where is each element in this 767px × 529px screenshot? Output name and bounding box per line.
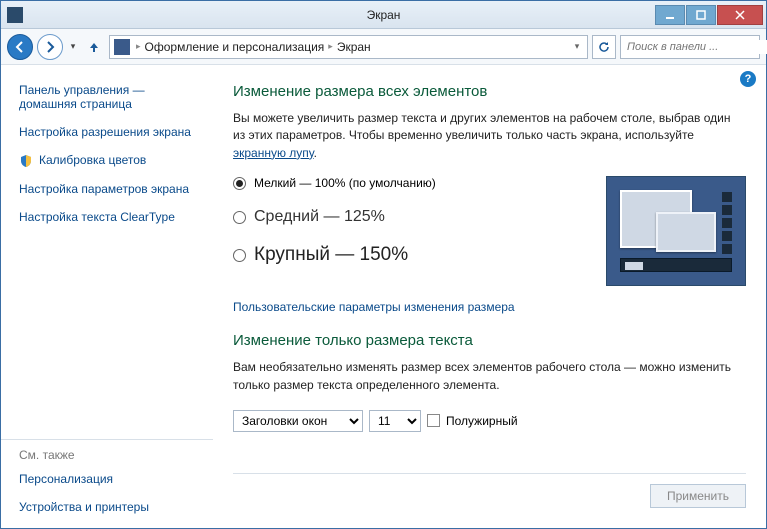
- sidebar-item-label: Персонализация: [19, 472, 113, 486]
- description-text: Вы можете увеличить размер текста и друг…: [233, 110, 746, 162]
- up-button[interactable]: [83, 36, 105, 58]
- breadcrumb[interactable]: ▸ Оформление и персонализация ▸ Экран ▾: [109, 35, 588, 59]
- sidebar-item-display-settings[interactable]: Настройка параметров экрана: [19, 182, 205, 196]
- size-options: Мелкий — 100% (по умолчанию) Средний — 1…: [233, 176, 746, 284]
- sidebar-item-label: Устройства и принтеры: [19, 500, 149, 514]
- sidebar-item-personalization[interactable]: Персонализация: [19, 472, 205, 486]
- monitor-icon: [114, 39, 130, 55]
- history-dropdown[interactable]: ▾: [67, 41, 79, 52]
- app-icon: [7, 7, 23, 23]
- sidebar-item-label: Настройка параметров экрана: [19, 182, 189, 196]
- forward-button[interactable]: [37, 34, 63, 60]
- close-button[interactable]: [717, 5, 763, 25]
- titlebar: Экран: [1, 1, 766, 29]
- sidebar-item-cleartype[interactable]: Настройка текста ClearType: [19, 210, 205, 224]
- radio-icon: [233, 177, 246, 190]
- font-size-select[interactable]: 11: [369, 410, 421, 432]
- apply-button[interactable]: Применить: [650, 484, 746, 508]
- sidebar-item-label: Калибровка цветов: [39, 153, 146, 167]
- sidebar: Панель управления — домашняя страница На…: [1, 65, 213, 528]
- window-controls: [654, 5, 763, 25]
- text-size-description: Вам необязательно изменять размер всех э…: [233, 359, 746, 394]
- minimize-button[interactable]: [655, 5, 685, 25]
- radio-label: Средний — 125%: [254, 208, 385, 226]
- divider: [1, 439, 213, 440]
- section-heading: Изменение только размера текста: [233, 332, 746, 349]
- minimize-icon: [665, 10, 675, 20]
- sidebar-item-label: Настройка разрешения экрана: [19, 125, 191, 139]
- element-select[interactable]: Заголовки окон: [233, 410, 363, 432]
- sidebar-item-resolution[interactable]: Настройка разрешения экрана: [19, 125, 205, 139]
- footer: Применить: [233, 473, 746, 518]
- up-arrow-icon: [87, 40, 101, 54]
- breadcrumb-dropdown-icon[interactable]: ▾: [569, 41, 585, 52]
- maximize-button[interactable]: [686, 5, 716, 25]
- radio-icon: [233, 211, 246, 224]
- maximize-icon: [696, 10, 706, 20]
- radio-label: Крупный — 150%: [254, 244, 408, 266]
- see-also-heading: См. также: [19, 448, 205, 462]
- sidebar-item-home[interactable]: Панель управления — домашняя страница: [19, 83, 205, 111]
- close-icon: [735, 10, 745, 20]
- sidebar-item-label: Настройка текста ClearType: [19, 210, 175, 224]
- forward-arrow-icon: [43, 40, 57, 54]
- search-box[interactable]: [620, 35, 760, 59]
- radio-icon: [233, 249, 246, 262]
- sidebar-item-devices[interactable]: Устройства и принтеры: [19, 500, 205, 514]
- search-input[interactable]: [625, 40, 767, 54]
- radio-label: Мелкий — 100% (по умолчанию): [254, 176, 436, 190]
- refresh-icon: [597, 40, 611, 54]
- text-size-controls: Заголовки окон 11 Полужирный: [233, 410, 746, 432]
- refresh-button[interactable]: [592, 35, 616, 59]
- custom-sizing-link[interactable]: Пользовательские параметры изменения раз…: [233, 300, 515, 314]
- content: Изменение размера всех элементов Вы може…: [213, 65, 766, 528]
- main: ? Панель управления — домашняя страница …: [1, 65, 766, 528]
- preview-image: [606, 176, 746, 286]
- bold-label: Полужирный: [446, 414, 518, 428]
- sidebar-item-color-calibration[interactable]: Калибровка цветов: [19, 153, 205, 168]
- breadcrumb-item[interactable]: Оформление и персонализация: [145, 40, 325, 54]
- back-button[interactable]: [7, 34, 33, 60]
- sidebar-item-label: Панель управления — домашняя страница: [19, 83, 205, 111]
- shield-icon: [19, 154, 33, 168]
- page-heading: Изменение размера всех элементов: [233, 83, 746, 100]
- chevron-right-icon: ▸: [326, 41, 335, 52]
- window-title: Экран: [367, 8, 401, 22]
- custom-sizing-link-row: Пользовательские параметры изменения раз…: [233, 300, 746, 314]
- magnifier-link[interactable]: экранную лупу: [233, 146, 314, 160]
- bold-checkbox[interactable]: [427, 414, 440, 427]
- chevron-right-icon: ▸: [134, 41, 143, 52]
- breadcrumb-item[interactable]: Экран: [337, 40, 371, 54]
- navbar: ▾ ▸ Оформление и персонализация ▸ Экран …: [1, 29, 766, 65]
- back-arrow-icon: [13, 40, 27, 54]
